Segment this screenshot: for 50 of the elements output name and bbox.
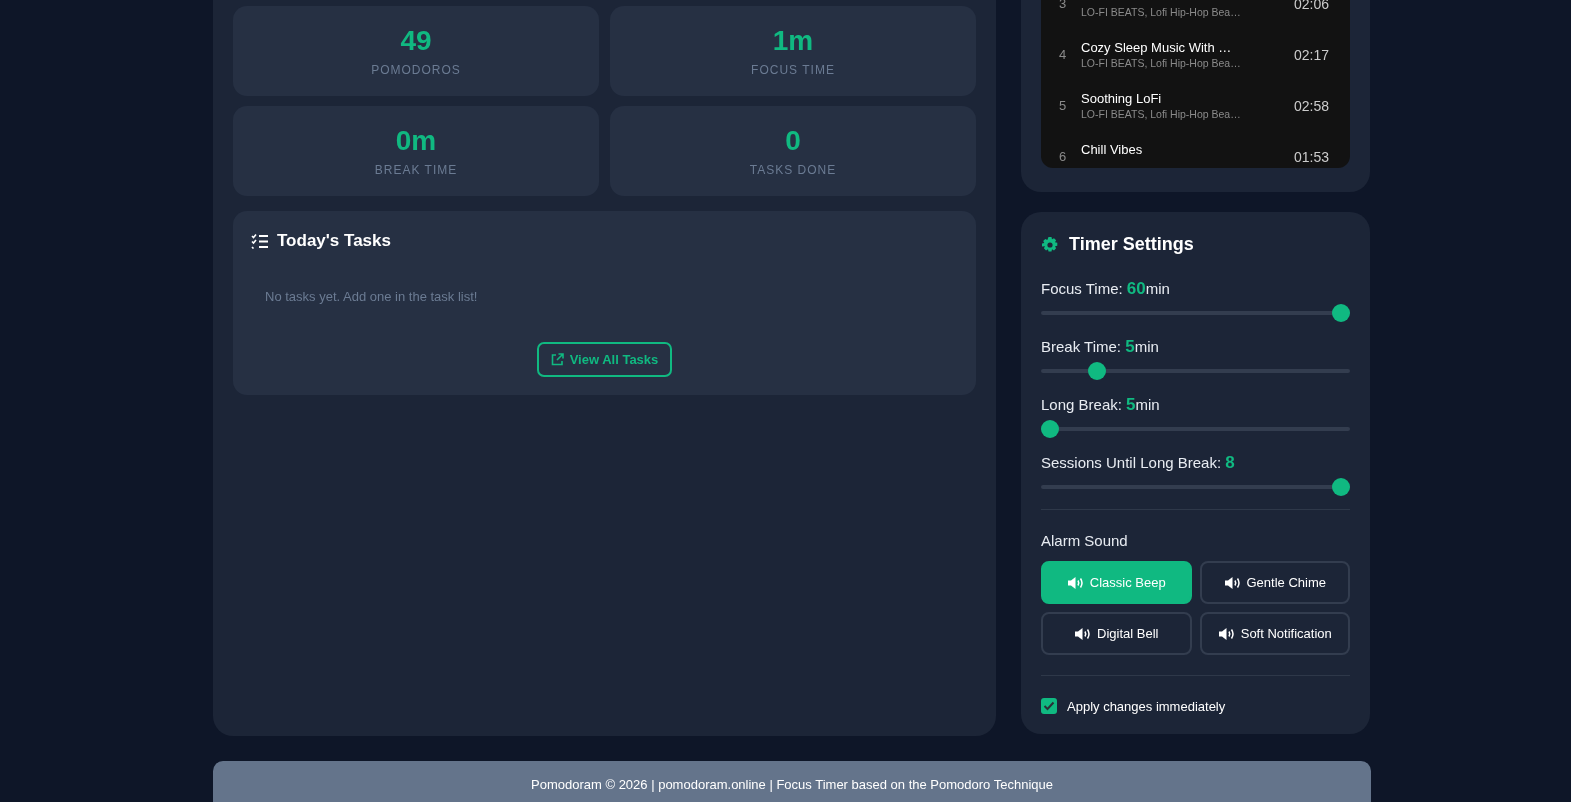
track-number: 5	[1059, 98, 1068, 113]
alarm-sound-button[interactable]: Soft Notification	[1199, 612, 1350, 655]
checkbox-label: Apply changes immediately	[1067, 698, 1226, 714]
stat-value: 0	[785, 125, 801, 157]
track-duration: 02:58	[1294, 97, 1331, 114]
stat-label: BREAK TIME	[374, 163, 458, 177]
slider-thumb[interactable]	[1041, 420, 1059, 438]
slider-label: Long Break: 5min	[1041, 395, 1161, 415]
empty-message: No tasks yet. Add one in the task list!	[265, 289, 479, 304]
stat-label: TASKS DONE	[749, 163, 837, 177]
view-all-tasks-button[interactable]: View All Tasks	[536, 342, 673, 377]
slider-thumb[interactable]	[1087, 362, 1106, 380]
track-artist: LO-FI BEATS, Lofi Hip-Hop Bea…	[1081, 108, 1242, 120]
slider[interactable]	[1041, 420, 1350, 438]
stat-value: 49	[400, 25, 432, 57]
speaker-icon	[1066, 575, 1085, 590]
external-link-icon	[550, 353, 564, 366]
checkbox[interactable]	[1041, 698, 1057, 714]
settings-title: Timer Settings	[1069, 234, 1194, 255]
track-duration: 01:53	[1294, 148, 1331, 165]
track-title[interactable]: Soothing LoFi	[1081, 91, 1282, 106]
slider[interactable]	[1041, 304, 1350, 322]
speaker-icon	[1217, 626, 1236, 641]
slider[interactable]	[1041, 478, 1350, 496]
track-number: 6	[1059, 149, 1068, 164]
track-duration: 02:17	[1294, 46, 1331, 63]
tasks-title: Today's Tasks	[277, 231, 391, 251]
slider-thumb[interactable]	[1332, 304, 1350, 322]
checklist-icon	[251, 233, 269, 249]
alarm-sound-label: Alarm Sound	[1041, 532, 1129, 549]
stat-value: 1m	[772, 25, 814, 57]
speaker-icon	[1074, 626, 1093, 641]
slider-label: Focus Time: 60min	[1041, 279, 1171, 299]
alarm-sound-button[interactable]: Gentle Chime	[1199, 561, 1350, 604]
track-artist: LO-FI BEATS, Lofi Hip-Hop Bea…	[1081, 6, 1242, 18]
stat-label: POMODOROS	[371, 63, 461, 77]
slider-thumb[interactable]	[1332, 478, 1350, 496]
track-number: 4	[1059, 47, 1068, 62]
footer-text: Pomodoram © 2026 | pomodoram.online | Focus Timer based on the Pomodoro Technique	[531, 777, 1053, 794]
slider-label: Sessions Until Long Break: 8	[1041, 453, 1236, 473]
track-title[interactable]: Chill Vibes	[1081, 142, 1282, 157]
settings-icon	[1041, 235, 1059, 254]
stat-value: 0m	[395, 125, 437, 157]
alarm-sound-button[interactable]: Digital Bell	[1041, 612, 1192, 655]
slider-label: Break Time: 5min	[1041, 337, 1160, 357]
track-title[interactable]: Cozy Sleep Music With …	[1081, 40, 1282, 55]
stat-label: FOCUS TIME	[751, 63, 835, 77]
track-artist: LO-FI BEATS, Lofi Hip-Hop Bea…	[1081, 57, 1242, 69]
speaker-icon	[1223, 575, 1242, 590]
slider[interactable]	[1041, 362, 1350, 380]
